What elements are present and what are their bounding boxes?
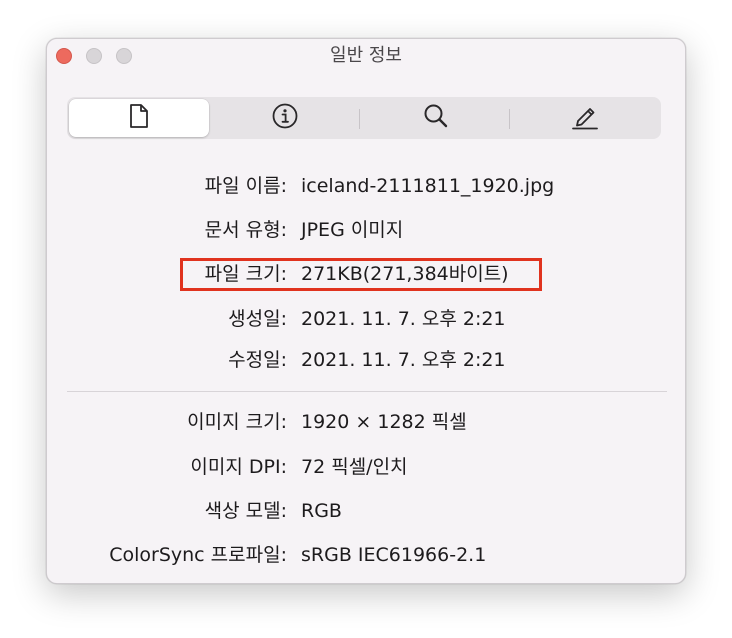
tab-divider (359, 109, 360, 129)
tab-info[interactable] (215, 99, 355, 137)
colorsync-profile-value: sRGB IEC61966-2.1 (301, 544, 487, 566)
magnifier-icon (422, 102, 450, 134)
file-name-value: iceland-2111811_1920.jpg (301, 175, 555, 197)
modified-label: 수정일: (228, 349, 287, 371)
document-icon (128, 103, 150, 133)
info-row-file-size: 파일 크기: 271KB(271,384바이트) (47, 259, 685, 289)
info-row-image-dpi: 이미지 DPI: 72 픽셀/인치 (47, 452, 685, 482)
file-name-label: 파일 이름: (204, 175, 287, 197)
section-divider (67, 391, 667, 392)
image-dpi-label: 이미지 DPI: (190, 456, 287, 478)
created-label: 생성일: (228, 308, 287, 330)
window-title: 일반 정보 (330, 45, 402, 66)
file-size-label: 파일 크기: (204, 263, 287, 285)
tab-bar (67, 97, 661, 139)
tab-edit[interactable] (513, 99, 657, 137)
info-row-color-model: 색상 모델: RGB (47, 496, 685, 526)
document-type-label: 문서 유형: (204, 219, 287, 241)
tab-document[interactable] (69, 99, 209, 137)
info-row-colorsync-profile: ColorSync 프로파일: sRGB IEC61966-2.1 (47, 540, 685, 570)
colorsync-profile-label: ColorSync 프로파일: (109, 544, 287, 566)
color-model-label: 색상 모델: (204, 500, 287, 522)
file-size-value: 271KB(271,384바이트) (301, 263, 509, 285)
image-size-value: 1920 × 1282 픽셀 (301, 411, 467, 433)
info-icon (271, 102, 299, 134)
tab-divider (509, 109, 510, 129)
info-row-document-type: 문서 유형: JPEG 이미지 (47, 215, 685, 245)
info-row-modified: 수정일: 2021. 11. 7. 오후 2:21 (47, 345, 685, 375)
color-model-value: RGB (301, 500, 342, 522)
modified-value: 2021. 11. 7. 오후 2:21 (301, 349, 506, 371)
document-type-value: JPEG 이미지 (301, 219, 404, 241)
info-window: 일반 정보 파일 이름: iceland-2111811_1920.jpg 문서… (46, 38, 686, 584)
tab-search[interactable] (364, 99, 508, 137)
created-value: 2021. 11. 7. 오후 2:21 (301, 308, 506, 330)
pencil-icon (570, 102, 600, 134)
image-dpi-value: 72 픽셀/인치 (301, 456, 408, 478)
info-row-created: 생성일: 2021. 11. 7. 오후 2:21 (47, 304, 685, 334)
info-row-image-size: 이미지 크기: 1920 × 1282 픽셀 (47, 407, 685, 437)
info-row-file-name: 파일 이름: iceland-2111811_1920.jpg (47, 171, 685, 201)
image-size-label: 이미지 크기: (187, 411, 287, 433)
